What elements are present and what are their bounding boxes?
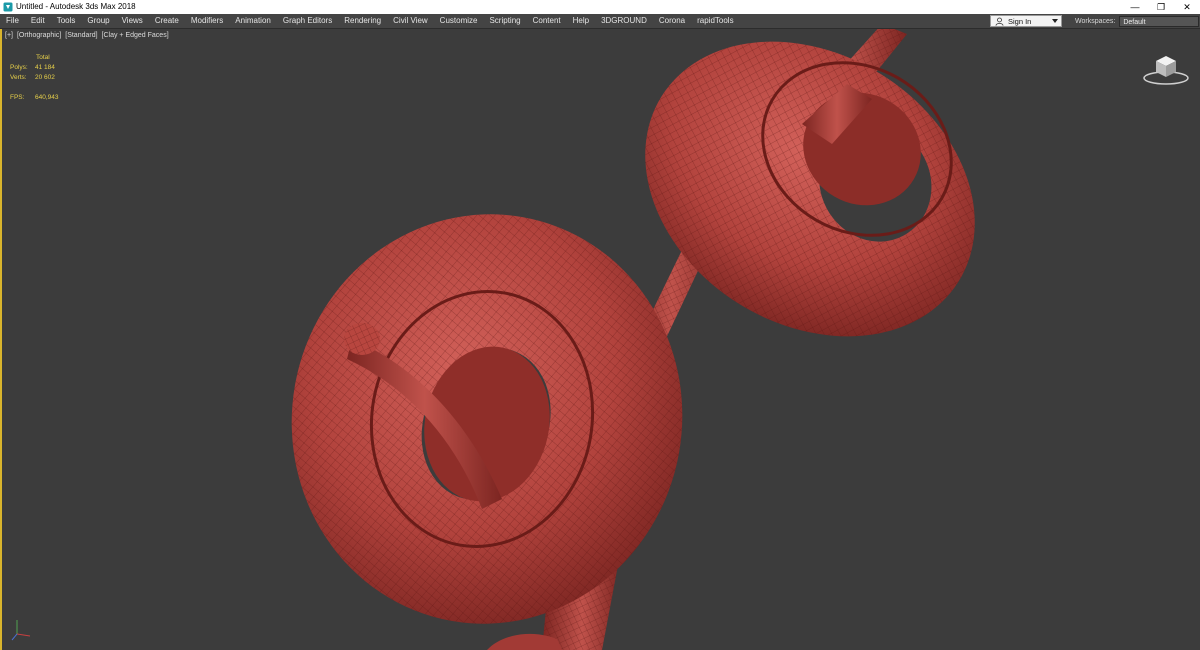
menu-rendering[interactable]: Rendering	[338, 14, 387, 28]
stats-header: Total	[36, 54, 50, 61]
menu-help[interactable]: Help	[567, 14, 595, 28]
polys-label: Polys:	[10, 64, 28, 71]
menu-views[interactable]: Views	[116, 14, 149, 28]
stats-fps-row: FPS: 640,943	[10, 93, 59, 103]
menu-corona[interactable]: Corona	[653, 14, 691, 28]
viewport-statistics: Total Polys: 41 184 Verts: 20 602 FPS: 6…	[10, 53, 59, 103]
menu-bar: File Edit Tools Group Views Create Modif…	[0, 14, 1200, 29]
viewport-style-menu[interactable]: [Clay + Edged Faces]	[102, 32, 169, 39]
chevron-down-icon	[1052, 19, 1058, 23]
fps-label: FPS:	[10, 94, 25, 101]
polys-value: 41 184	[35, 64, 55, 71]
menu-scripting[interactable]: Scripting	[483, 14, 526, 28]
lower-torus-mesh	[291, 214, 683, 624]
user-icon	[995, 17, 1004, 26]
menu-graph-editors[interactable]: Graph Editors	[277, 14, 338, 28]
fps-value: 640,943	[35, 94, 59, 101]
workspaces-group: Workspaces: Default	[1075, 14, 1200, 28]
app-window: Untitled - Autodesk 3ds Max 2018 — ❐ ✕ F…	[0, 0, 1200, 650]
perspective-viewport[interactable]: [+] [Orthographic] [Standard] [Clay + Ed…	[0, 29, 1200, 650]
close-button[interactable]: ✕	[1174, 0, 1200, 14]
workspaces-select[interactable]: Default	[1119, 15, 1200, 27]
menu-civil-view[interactable]: Civil View	[387, 14, 434, 28]
menu-group[interactable]: Group	[81, 14, 115, 28]
viewcube-icon[interactable]	[1142, 51, 1190, 87]
viewport-plus-menu[interactable]: [+]	[5, 32, 13, 39]
window-title: Untitled - Autodesk 3ds Max 2018	[16, 2, 136, 11]
viewport-view-menu[interactable]: [Orthographic]	[17, 32, 61, 39]
menu-content[interactable]: Content	[527, 14, 567, 28]
menu-file[interactable]: File	[0, 14, 25, 28]
title-bar: Untitled - Autodesk 3ds Max 2018 — ❐ ✕	[0, 0, 1200, 14]
menu-rapidtools[interactable]: rapidTools	[691, 14, 739, 28]
scene-render	[291, 29, 975, 650]
window-controls: — ❐ ✕	[1122, 0, 1200, 14]
restore-button[interactable]: ❐	[1148, 0, 1174, 14]
3dsmax-logo-icon	[3, 2, 13, 12]
menu-create[interactable]: Create	[149, 14, 185, 28]
workspaces-label: Workspaces:	[1075, 17, 1116, 25]
menu-customize[interactable]: Customize	[434, 14, 484, 28]
stats-verts-row: Verts: 20 602	[10, 73, 59, 83]
verts-label: Verts:	[10, 74, 27, 81]
viewport-shading-menu[interactable]: [Standard]	[65, 32, 97, 39]
menu-tools[interactable]: Tools	[51, 14, 82, 28]
viewport-label[interactable]: [+] [Orthographic] [Standard] [Clay + Ed…	[5, 32, 171, 39]
menu-modifiers[interactable]: Modifiers	[185, 14, 229, 28]
menu-3dground[interactable]: 3DGROUND	[595, 14, 653, 28]
sign-in-label: Sign In	[1008, 16, 1032, 26]
minimize-button[interactable]: —	[1122, 0, 1148, 14]
axis-tripod-icon	[11, 620, 31, 641]
stats-polys-row: Polys: 41 184	[10, 63, 59, 73]
menu-animation[interactable]: Animation	[229, 14, 277, 28]
menu-edit[interactable]: Edit	[25, 14, 51, 28]
sign-in-dropdown[interactable]: Sign In	[990, 15, 1062, 27]
verts-value: 20 602	[35, 74, 55, 81]
